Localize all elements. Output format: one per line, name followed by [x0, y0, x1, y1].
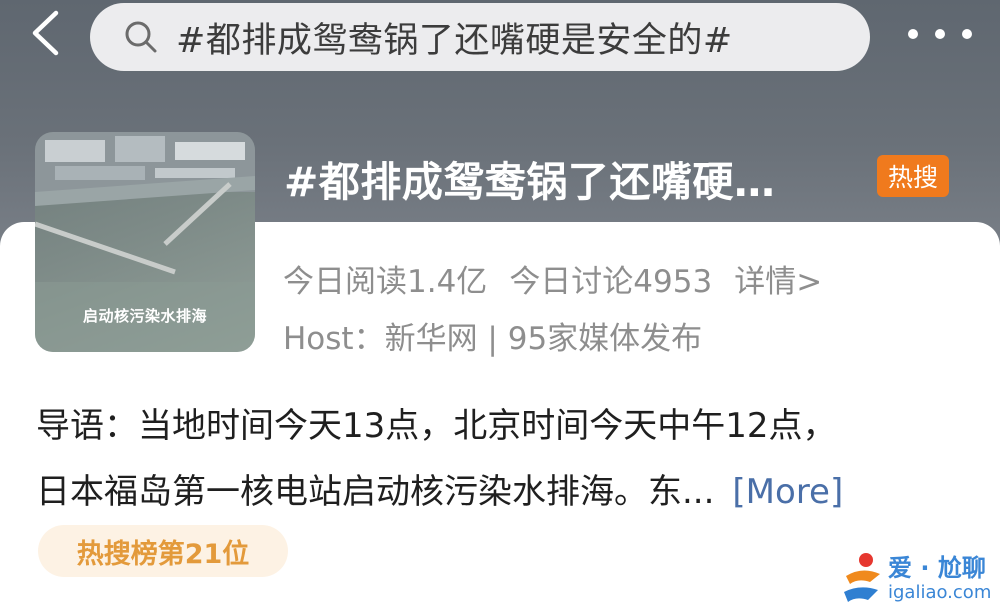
topic-intro: 导语：当地时间今天13点，北京时间今天中午12点， 日本福岛第一核电站启动核污染…	[36, 393, 956, 525]
intro-line-1: 导语：当地时间今天13点，北京时间今天中午12点，	[36, 406, 837, 446]
search-icon	[125, 21, 157, 53]
dot-icon	[935, 29, 945, 39]
hot-search-badge: 热搜	[877, 155, 949, 197]
hot-rank-tag[interactable]: 热搜榜第21位	[38, 525, 288, 577]
topic-thumbnail[interactable]: 启动核污染水排海	[35, 132, 255, 352]
details-link[interactable]: 详情>	[734, 256, 822, 301]
topic-stats: 今日阅读1.4亿 今日讨论4953 详情>	[283, 256, 822, 301]
read-count: 今日阅读1.4亿	[283, 264, 488, 300]
chevron-left-icon	[32, 10, 59, 56]
watermark: 爱 · 尬聊 igaliao.com	[840, 548, 992, 610]
more-options-button[interactable]	[908, 24, 972, 44]
search-query-text: #都排成鸳鸯锅了还嘴硬是安全的#	[176, 20, 733, 61]
thumbnail-caption: 启动核污染水排海	[82, 307, 207, 325]
intro-line-2-text: 日本福岛第一核电站启动核污染水排海。东...	[36, 472, 715, 512]
discussion-count: 今日讨论4953	[509, 264, 713, 300]
dot-icon	[908, 29, 918, 39]
host-info: Host：新华网 | 95家媒体发布	[283, 321, 703, 357]
watermark-url: igaliao.com	[888, 582, 992, 603]
topic-title[interactable]: #都排成鸳鸯锅了还嘴硬…	[284, 148, 775, 208]
watermark-logo-icon	[844, 553, 880, 602]
more-link[interactable]: [More]	[732, 472, 843, 512]
intro-line-2: 日本福岛第一核电站启动核污染水排海。东... [More]	[36, 459, 956, 525]
search-bar[interactable]: #都排成鸳鸯锅了还嘴硬是安全的#	[90, 3, 870, 71]
watermark-name: 爱 · 尬聊	[888, 554, 986, 582]
dot-icon	[962, 29, 972, 39]
back-button[interactable]	[22, 10, 68, 56]
